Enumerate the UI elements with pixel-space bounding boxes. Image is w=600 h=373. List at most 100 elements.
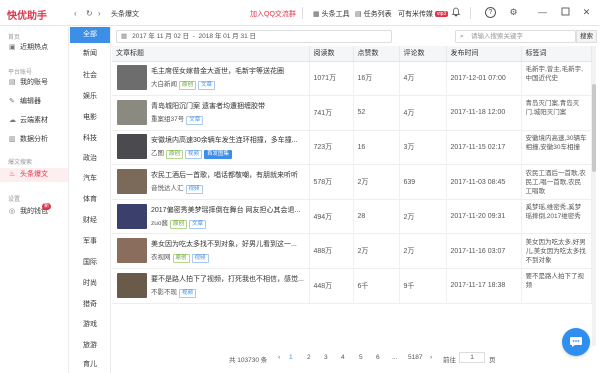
article-title[interactable]: 青岛城阳沉门案 遗害者均遭捆缠胶带: [151, 101, 310, 111]
col-keywords[interactable]: 标签词: [521, 46, 592, 62]
chat-button[interactable]: [562, 328, 590, 356]
article-cell[interactable]: 要不是路人拍下了视频，打死我也不相信，感觉... 不影不现 视频: [112, 268, 310, 304]
category-item[interactable]: 体育: [70, 192, 110, 208]
category-item[interactable]: 全部: [70, 27, 110, 43]
article-thumbnail[interactable]: [117, 169, 147, 195]
sidebar-item-hot-articles[interactable]: ♨ 头条爆文: [0, 168, 68, 182]
article-thumbnail[interactable]: [117, 238, 147, 264]
gear-icon[interactable]: ⚙: [508, 7, 519, 18]
article-cell[interactable]: 毛主席侄女嫁普金大逝世，毛新宇等送花圈 大白新闻 原创 文章: [112, 61, 310, 97]
sidebar-section-title: 首页: [8, 35, 21, 41]
article-title[interactable]: 农民工酒后一首歌，唱话都敬嘲，有朋就来听听: [151, 170, 310, 180]
page-3[interactable]: 3: [324, 354, 328, 361]
reads-cell: 578万: [309, 164, 354, 200]
article-thumbnail[interactable]: [117, 134, 147, 160]
page-ellipsis[interactable]: ...: [392, 354, 397, 361]
page-2[interactable]: 2: [307, 354, 311, 361]
goto-page-input[interactable]: 1: [459, 352, 485, 363]
scrollbar-thumb[interactable]: [592, 84, 596, 172]
category-item[interactable]: 军事: [70, 234, 110, 250]
table-row[interactable]: 要不是路人拍下了视频，打死我也不相信，感觉... 不影不现 视频 448万 6千 9千 20…: [112, 268, 592, 304]
page-4[interactable]: 4: [341, 354, 345, 361]
category-item[interactable]: 国际: [70, 255, 110, 271]
toolbar-tasks[interactable]: ▤ 任务列表: [355, 9, 392, 19]
category-item[interactable]: 旅游: [70, 338, 110, 354]
keywords-cell: 安徽境内高速,30辆车相撞,安徽30车相撞: [521, 130, 592, 166]
bell-icon[interactable]: [450, 7, 461, 18]
article-cell[interactable]: 农民工酒后一首歌，唱话都敬嘲，有朋就来听听 音悦达人汇 视频: [112, 164, 310, 200]
article-title[interactable]: 安徽境内高速30余辆车发生连环相撞，多车撞...: [151, 135, 310, 145]
article-thumbnail[interactable]: [117, 203, 147, 229]
keywords-text: 奚梦瑶,维密秀,奚梦瑶摔倒,2017维密秀: [525, 204, 582, 221]
category-item[interactable]: 政治: [70, 151, 110, 167]
table-row[interactable]: 安徽境内高速30余辆车发生连环相撞，多车撞... 乙图 原创 视频 首发图集 723万 16…: [112, 130, 592, 166]
article-thumbnail[interactable]: [117, 272, 147, 298]
close-icon[interactable]: ✕: [581, 7, 592, 18]
table-row[interactable]: 农民工酒后一首歌，唱话都敬嘲，有朋就来听听 音悦达人汇 视频 578万 2万 639 201…: [112, 164, 592, 200]
breadcrumb: 头条爆文: [111, 11, 139, 18]
page-last[interactable]: 5187: [408, 354, 422, 361]
grid-icon: ▦: [313, 11, 320, 18]
comments-cell: 639: [399, 164, 447, 200]
table-row[interactable]: 2017偏密秀美梦瑶摔倒在舞台 网友担心其会退... zuo酱 原创 文章 494万 28…: [112, 199, 592, 235]
sidebar-item-wallet[interactable]: ◎ 我的钱包新: [0, 203, 68, 219]
sidebar-item-label: 云端素材: [20, 117, 48, 124]
sidebar: 首页 ▣ 近期热点 平台账号 ▤ 我的账号 ✎ 编辑器 ☁ 云端素材 ▥ 数据分析 爆文搜…: [0, 27, 69, 373]
sidebar-item-analytics[interactable]: ▥ 数据分析: [0, 133, 68, 147]
article-cell[interactable]: 安徽境内高速30余辆车发生连环相撞，多车撞... 乙图 原创 视频 首发图集: [112, 130, 310, 166]
refresh-icon[interactable]: ↻: [86, 9, 93, 18]
search-button[interactable]: 搜索: [576, 30, 597, 43]
keywords-text: 毛新宇,曾主,毛新宇,中国近代史: [525, 65, 583, 82]
page-1[interactable]: 1: [289, 354, 293, 361]
category-item[interactable]: 社会: [70, 68, 110, 84]
category-item[interactable]: 游戏: [70, 317, 110, 333]
category-item[interactable]: 汽车: [70, 171, 110, 187]
col-time[interactable]: 发布时间: [446, 46, 522, 62]
article-cell[interactable]: 青岛城阳沉门案 遗害者均遭捆缠胶带 重案组37号 文章: [112, 95, 310, 131]
category-item[interactable]: 新闻: [70, 46, 110, 62]
article-thumbnail[interactable]: [117, 65, 147, 91]
sidebar-item-editor[interactable]: ✎ 编辑器: [0, 95, 68, 109]
search-input[interactable]: ⌕ 请输入搜索关键字: [455, 30, 576, 43]
category-item[interactable]: 育儿: [70, 357, 110, 373]
forward-icon[interactable]: ›: [98, 9, 101, 18]
col-reads[interactable]: 阅读数: [309, 46, 354, 62]
date-range-picker[interactable]: ▦ 2017 年 11 月 02 日 - 2018 年 01 月 31 日: [116, 30, 392, 43]
sidebar-item-accounts[interactable]: ▤ 我的账号: [0, 76, 68, 90]
back-icon[interactable]: ‹: [74, 9, 77, 18]
col-title[interactable]: 文章标题: [112, 46, 310, 62]
col-comments[interactable]: 评论数: [399, 46, 447, 62]
help-icon[interactable]: ?: [485, 7, 496, 18]
category-item[interactable]: 科技: [70, 131, 110, 147]
maximize-icon[interactable]: [560, 7, 571, 18]
account-menu[interactable]: 可有米传媒 vip3: [398, 9, 449, 19]
category-item[interactable]: 财经: [70, 213, 110, 229]
article-title[interactable]: 毛主席侄女嫁普金大逝世，毛新宇等送花圈: [151, 66, 310, 76]
table-row[interactable]: 美女因为吃太多找不到对象，好男儿看到这一... 衣视网 原创 视频 488万 2万 2万 20…: [112, 233, 592, 270]
table-row[interactable]: 毛主席侄女嫁普金大逝世，毛新宇等送花圈 大白新闻 原创 文章 1071万 16万 4万 201…: [112, 61, 592, 97]
total-count: 共 103730 条: [229, 357, 268, 364]
col-likes[interactable]: 点赞数: [353, 46, 400, 62]
article-cell[interactable]: 美女因为吃太多找不到对象，好男儿看到这一... 衣视网 原创 视频: [112, 233, 310, 270]
article-thumbnail[interactable]: [117, 99, 147, 125]
page-5[interactable]: 5: [359, 354, 363, 361]
table-row[interactable]: 青岛城阳沉门案 遗害者均遭捆缠胶带 重案组37号 文章 741万 52 4万 2017-11…: [112, 95, 592, 131]
page-6[interactable]: 6: [376, 354, 380, 361]
article-title[interactable]: 2017偏密秀美梦瑶摔倒在舞台 网友担心其会退...: [151, 205, 310, 215]
article-title[interactable]: 美女因为吃太多找不到对象，好男儿看到这一...: [151, 239, 310, 249]
article-title[interactable]: 要不是路人拍下了视频，打死我也不相信，感觉...: [151, 274, 310, 284]
next-page-button[interactable]: ›: [430, 354, 432, 361]
category-item[interactable]: 电影: [70, 110, 110, 126]
sidebar-item-hot[interactable]: ▣ 近期热点: [0, 41, 68, 55]
sidebar-item-cloud[interactable]: ☁ 云端素材: [0, 114, 68, 128]
toolbar-tools[interactable]: ▦ 头条工具: [313, 9, 350, 19]
keywords-text: 青岛灭门案,青岛灭门,城阳灭门案: [525, 100, 580, 117]
prev-page-button[interactable]: ‹: [278, 354, 280, 361]
article-tag: 视频: [185, 185, 203, 195]
category-item[interactable]: 娱乐: [70, 89, 110, 105]
category-item[interactable]: 时尚: [70, 276, 110, 292]
join-qq-group-link[interactable]: 加入QQ交流群: [250, 9, 296, 19]
article-cell[interactable]: 2017偏密秀美梦瑶摔倒在舞台 网友担心其会退... zuo酱 原创 文章: [112, 199, 310, 235]
minimize-icon[interactable]: —: [537, 7, 548, 18]
category-item[interactable]: 猎奇: [70, 297, 110, 313]
